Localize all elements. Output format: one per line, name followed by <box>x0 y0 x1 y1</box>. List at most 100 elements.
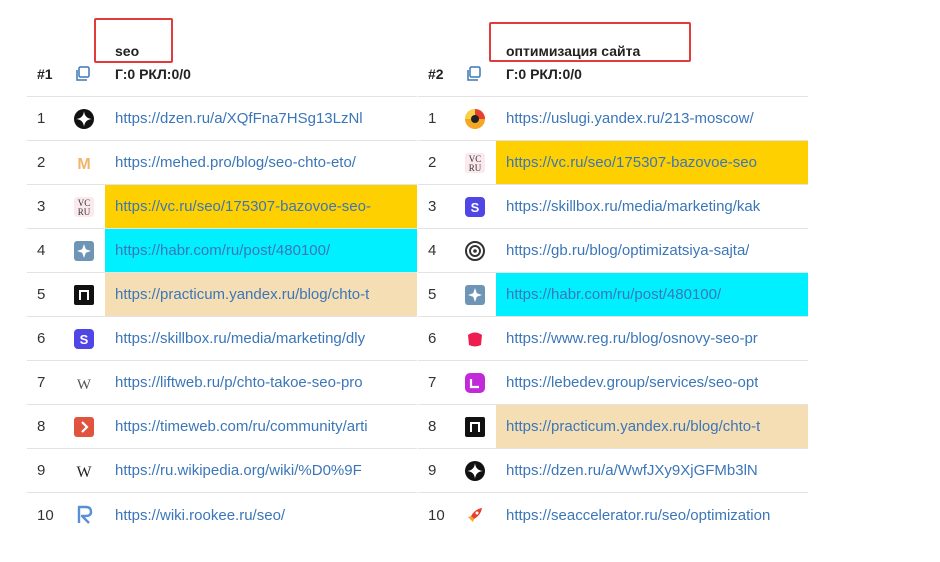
result-link[interactable]: https://lebedev.group/services/seo-opt <box>506 374 758 391</box>
url-cell: https://vc.ru/seo/175307-bazovoe-seo <box>496 141 808 184</box>
mehed-icon: M <box>63 153 105 173</box>
stats-label: Г:0 РКЛ:0/0 <box>506 66 582 82</box>
url-cell: https://practicum.yandex.ru/blog/chto-t <box>105 273 417 316</box>
url-cell: https://practicum.yandex.ru/blog/chto-t <box>496 405 808 448</box>
svg-text:S: S <box>80 332 89 347</box>
position-number: 7 <box>37 374 46 391</box>
table-row: 9 https://dzen.ru/a/WwfJXy9XjGFMb3lN <box>418 449 808 493</box>
svg-text:RU: RU <box>78 207 91 217</box>
result-link[interactable]: https://timeweb.com/ru/community/arti <box>115 418 368 435</box>
seaccelerator-icon <box>454 505 496 525</box>
position-number: 1 <box>37 110 46 127</box>
url-cell: https://timeweb.com/ru/community/arti <box>105 405 417 448</box>
table-row: 8 https://timeweb.com/ru/community/arti <box>27 405 417 449</box>
reg-ru-icon <box>454 329 496 349</box>
url-cell: https://habr.com/ru/post/480100/ <box>496 273 808 316</box>
skillbox-icon: S <box>454 196 496 217</box>
svg-text:RU: RU <box>469 163 482 173</box>
result-link[interactable]: https://vc.ru/seo/175307-bazovoe-seo- <box>115 198 371 215</box>
position-number: 3 <box>428 198 437 215</box>
result-link[interactable]: https://habr.com/ru/post/480100/ <box>115 242 330 259</box>
result-link[interactable]: https://dzen.ru/a/WwfJXy9XjGFMb3lN <box>506 462 758 479</box>
copy-icon[interactable] <box>74 65 92 83</box>
table-row: 1 https://dzen.ru/a/XQfFna7HSg13LzNl <box>27 97 417 141</box>
svg-text:W: W <box>76 464 92 481</box>
result-link[interactable]: https://liftweb.ru/p/chto-takoe-seo-pro <box>115 374 363 391</box>
result-link[interactable]: https://wiki.rookee.ru/seo/ <box>115 507 285 524</box>
table-row: 2 Mhttps://mehed.pro/blog/seo-chto-eto/ <box>27 141 417 185</box>
url-cell: https://dzen.ru/a/WwfJXy9XjGFMb3lN <box>496 449 808 492</box>
practicum-icon <box>454 416 496 437</box>
table-row: 6 https://www.reg.ru/blog/osnovy-seo-pr <box>418 317 808 361</box>
result-link[interactable]: https://vc.ru/seo/175307-bazovoe-seo <box>506 154 757 171</box>
url-cell: https://ru.wikipedia.org/wiki/%D0%9F <box>105 449 417 492</box>
result-link[interactable]: https://practicum.yandex.ru/blog/chto-t <box>506 418 760 435</box>
result-link[interactable]: https://gb.ru/blog/optimizatsiya-sajta/ <box>506 242 749 259</box>
position-number: 2 <box>37 154 46 171</box>
position-number: 4 <box>428 242 437 259</box>
table-row: 4 https://gb.ru/blog/optimizatsiya-sajta/ <box>418 229 808 273</box>
url-cell: https://wiki.rookee.ru/seo/ <box>105 493 417 537</box>
keyword-label: оптимизация сайта <box>506 43 641 59</box>
results-list: 1 https://uslugi.yandex.ru/213-moscow/2 VC… <box>418 96 808 537</box>
url-cell: https://vc.ru/seo/175307-bazovoe-seo- <box>105 185 417 228</box>
panel-header: seo #1 Г:0 РКЛ:0/0 <box>27 0 417 96</box>
result-link[interactable]: https://dzen.ru/a/XQfFna7HSg13LzNl <box>115 110 363 127</box>
table-row: 8 https://practicum.yandex.ru/blog/chto-t <box>418 405 808 449</box>
result-link[interactable]: https://www.reg.ru/blog/osnovy-seo-pr <box>506 330 758 347</box>
stats-label: Г:0 РКЛ:0/0 <box>115 66 191 82</box>
position-number: 10 <box>428 506 445 524</box>
position-number: 5 <box>37 286 46 303</box>
skillbox-icon: S <box>63 328 105 349</box>
svg-text:M: M <box>77 156 90 173</box>
table-row: 3 Shttps://skillbox.ru/media/marketing/ka… <box>418 185 808 229</box>
position-number: 8 <box>428 418 437 435</box>
result-link[interactable]: https://mehed.pro/blog/seo-chto-eto/ <box>115 154 356 171</box>
keyword-label: seo <box>115 43 140 59</box>
url-cell: https://uslugi.yandex.ru/213-moscow/ <box>496 97 808 140</box>
position-number: 5 <box>428 286 437 303</box>
position-number: 4 <box>37 242 46 259</box>
url-cell: https://habr.com/ru/post/480100/ <box>105 229 417 272</box>
table-row: 10 https://wiki.rookee.ru/seo/ <box>27 493 417 537</box>
result-link[interactable]: https://skillbox.ru/media/marketing/dly <box>115 330 365 347</box>
vc-ru-icon: VC RU <box>63 196 105 217</box>
result-link[interactable]: https://practicum.yandex.ru/blog/chto-t <box>115 286 369 303</box>
position-number: 7 <box>428 374 437 391</box>
serp-panel-2: оптимизация сайта #2 Г:0 РКЛ:0/0 1 https:… <box>418 0 808 537</box>
url-cell: https://mehed.pro/blog/seo-chto-eto/ <box>105 141 417 184</box>
table-row: 9 Whttps://ru.wikipedia.org/wiki/%D0%9F <box>27 449 417 493</box>
result-link[interactable]: https://uslugi.yandex.ru/213-moscow/ <box>506 110 754 127</box>
table-row: 5 https://habr.com/ru/post/480100/ <box>418 273 808 317</box>
position-number: 2 <box>428 154 437 171</box>
url-cell: https://liftweb.ru/p/chto-takoe-seo-pro <box>105 361 417 404</box>
url-cell: https://gb.ru/blog/optimizatsiya-sajta/ <box>496 229 808 272</box>
result-link[interactable]: https://skillbox.ru/media/marketing/kak <box>506 198 760 215</box>
position-number: 6 <box>428 330 437 347</box>
position-number: 8 <box>37 418 46 435</box>
copy-icon[interactable] <box>465 65 483 83</box>
url-cell: https://dzen.ru/a/XQfFna7HSg13LzNl <box>105 97 417 140</box>
habr-icon <box>63 240 105 261</box>
url-cell: https://www.reg.ru/blog/osnovy-seo-pr <box>496 317 808 360</box>
table-row: 5 https://practicum.yandex.ru/blog/chto-t <box>27 273 417 317</box>
results-list: 1 https://dzen.ru/a/XQfFna7HSg13LzNl 2 Mhtt… <box>27 96 417 537</box>
table-row: 6 Shttps://skillbox.ru/media/marketing/dl… <box>27 317 417 361</box>
serp-panel-1: seo #1 Г:0 РКЛ:0/0 1 https://dzen.ru/a/XQ… <box>27 0 417 537</box>
timeweb-icon <box>63 416 105 437</box>
dzen-icon <box>454 460 496 481</box>
position-number: 6 <box>37 330 46 347</box>
table-row: 7 https://lebedev.group/services/seo-opt <box>418 361 808 405</box>
table-row: 10 https://seaccelerator.ru/seo/optimizat… <box>418 493 808 537</box>
result-link[interactable]: https://habr.com/ru/post/480100/ <box>506 286 721 303</box>
result-link[interactable]: https://seaccelerator.ru/seo/optimizatio… <box>506 507 770 524</box>
wikipedia-icon: W <box>63 461 105 481</box>
table-row: 4 https://habr.com/ru/post/480100/ <box>27 229 417 273</box>
table-row: 1 https://uslugi.yandex.ru/213-moscow/ <box>418 97 808 141</box>
vc-ru-icon: VC RU <box>454 152 496 173</box>
position-number: 10 <box>37 506 54 524</box>
table-row: 7 Whttps://liftweb.ru/p/chto-takoe-seo-pr… <box>27 361 417 405</box>
table-row: 3 VC RU https://vc.ru/seo/175307-bazovoe-se… <box>27 185 417 229</box>
result-link[interactable]: https://ru.wikipedia.org/wiki/%D0%9F <box>115 462 362 479</box>
position-number: 1 <box>428 110 437 127</box>
